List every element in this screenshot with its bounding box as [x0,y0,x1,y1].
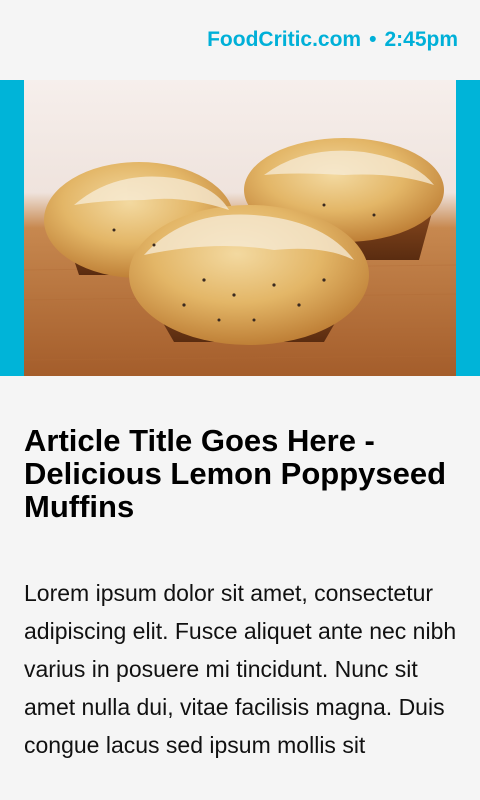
header-time: 2:45pm [384,28,458,51]
status-header: FoodCritic.com • 2:45pm [0,0,480,80]
article-body: Lorem ipsum dolor sit amet, consectetur … [24,580,457,758]
site-name[interactable]: FoodCritic.com [207,28,361,52]
header-separator: • [369,28,377,51]
article-title: Article Title Goes Here - Delicious Lemo… [24,423,447,524]
hero-accent-frame [0,80,480,376]
article-screen: FoodCritic.com • 2:45pm Article Title Go… [0,0,480,800]
muffin-photo-graphic [24,80,456,376]
muffin-photo[interactable] [24,80,456,376]
